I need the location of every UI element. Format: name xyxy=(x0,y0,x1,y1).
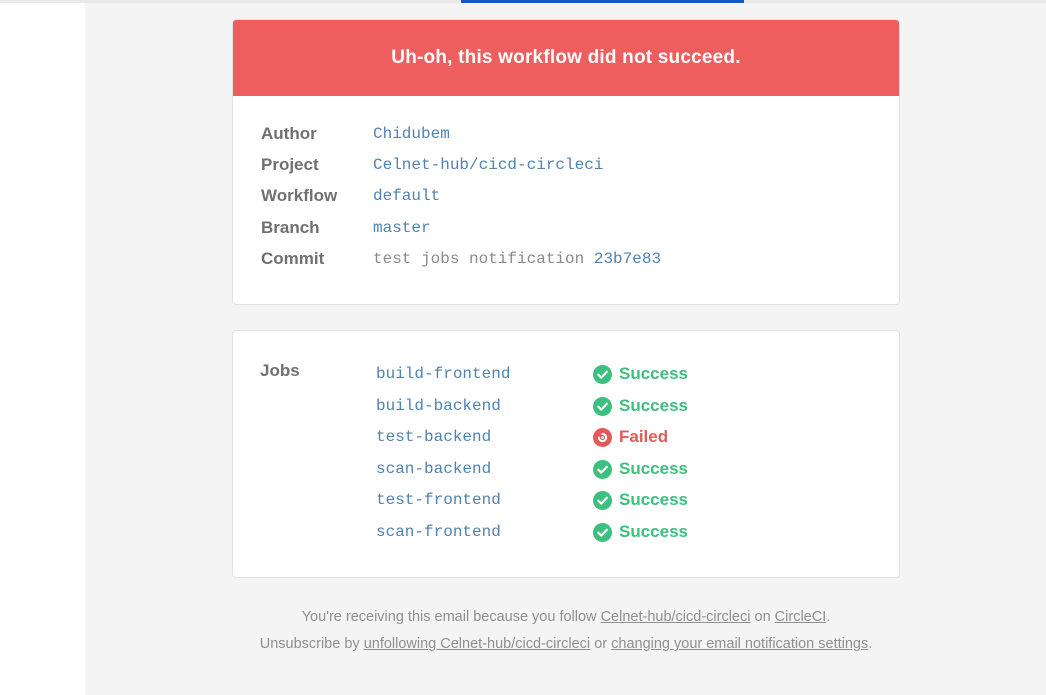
job-name-link[interactable]: test-frontend xyxy=(376,491,593,509)
job-name-link[interactable]: scan-frontend xyxy=(376,523,593,541)
project-row: Project Celnet-hub/cicd-circleci xyxy=(261,155,603,175)
jobs-card: Jobs build-frontend Success build-backen… xyxy=(232,330,900,578)
failure-banner: Uh-oh, this workflow did not succeed. xyxy=(233,20,899,96)
footer-line2-text: Unsubscribe by xyxy=(259,636,360,652)
job-name-link[interactable]: build-frontend xyxy=(376,365,593,383)
job-name-link[interactable]: test-backend xyxy=(376,428,593,446)
footer-unfollow-link[interactable]: unfollowing Celnet-hub/cicd-circleci xyxy=(364,636,590,652)
job-status-text: Success xyxy=(619,396,688,415)
job-status-text: Success xyxy=(619,522,688,541)
job-name-link[interactable]: build-backend xyxy=(376,397,593,415)
footer-line1-end: . xyxy=(826,609,831,625)
commit-hash-link[interactable]: 23b7e83 xyxy=(594,250,661,268)
commit-message: test jobs notification xyxy=(373,250,585,268)
job-name-link[interactable]: scan-backend xyxy=(376,460,593,478)
footer-line1-text: You're receiving this email because you … xyxy=(301,609,597,625)
failed-circle-icon xyxy=(593,427,612,447)
workflow-label: Workflow xyxy=(261,186,338,205)
job-row: build-backend Success xyxy=(376,395,688,417)
workflow-row: Workflow default xyxy=(261,186,440,206)
banner-title: Uh-oh, this workflow did not succeed. xyxy=(391,47,741,68)
job-status-text: Success xyxy=(619,364,688,383)
footer-or-text: or xyxy=(594,636,608,652)
job-status: Success xyxy=(593,396,688,416)
job-row: test-backend Failed xyxy=(376,426,668,448)
job-status: Failed xyxy=(593,427,668,447)
job-row: test-frontend Success xyxy=(376,489,688,511)
job-row: scan-backend Success xyxy=(376,458,688,480)
check-circle-icon xyxy=(593,396,612,416)
footer-on-text: on xyxy=(754,609,771,625)
job-status: Success xyxy=(593,522,688,542)
branch-row: Branch master xyxy=(261,218,431,238)
check-circle-icon xyxy=(593,459,612,479)
commit-row: Commit test jobs notification 23b7e83 xyxy=(261,249,661,269)
check-circle-icon xyxy=(593,490,612,510)
job-status: Success xyxy=(593,459,688,479)
job-status-text: Failed xyxy=(619,427,669,446)
commit-value: test jobs notification 23b7e83 xyxy=(373,250,661,268)
author-label: Author xyxy=(261,124,317,143)
commit-label: Commit xyxy=(261,249,325,268)
author-value: Chidubem xyxy=(373,125,450,143)
job-status-text: Success xyxy=(619,490,688,509)
branch-label: Branch xyxy=(261,218,320,237)
project-label: Project xyxy=(261,155,319,174)
workflow-summary-card: Uh-oh, this workflow did not succeed. Au… xyxy=(232,19,900,305)
project-value[interactable]: Celnet-hub/cicd-circleci xyxy=(373,156,603,174)
footer-line2-end: . xyxy=(868,636,873,652)
footer-project-link[interactable]: Celnet-hub/cicd-circleci xyxy=(601,609,751,625)
job-status: Success xyxy=(593,364,688,384)
workflow-value[interactable]: default xyxy=(373,187,440,205)
footer-settings-link[interactable]: changing your email notification setting… xyxy=(611,636,868,652)
job-row: scan-frontend Success xyxy=(376,521,688,543)
job-status: Success xyxy=(593,490,688,510)
email-footer: You're receiving this email because you … xyxy=(232,604,900,658)
footer-circleci-link[interactable]: CircleCI xyxy=(775,609,827,625)
check-circle-icon xyxy=(593,364,612,384)
author-row: Author Chidubem xyxy=(261,124,450,144)
job-status-text: Success xyxy=(619,459,688,478)
job-row: build-frontend Success xyxy=(376,363,688,385)
branch-value: master xyxy=(373,219,431,237)
check-circle-icon xyxy=(593,522,612,542)
jobs-label: Jobs xyxy=(260,361,300,380)
